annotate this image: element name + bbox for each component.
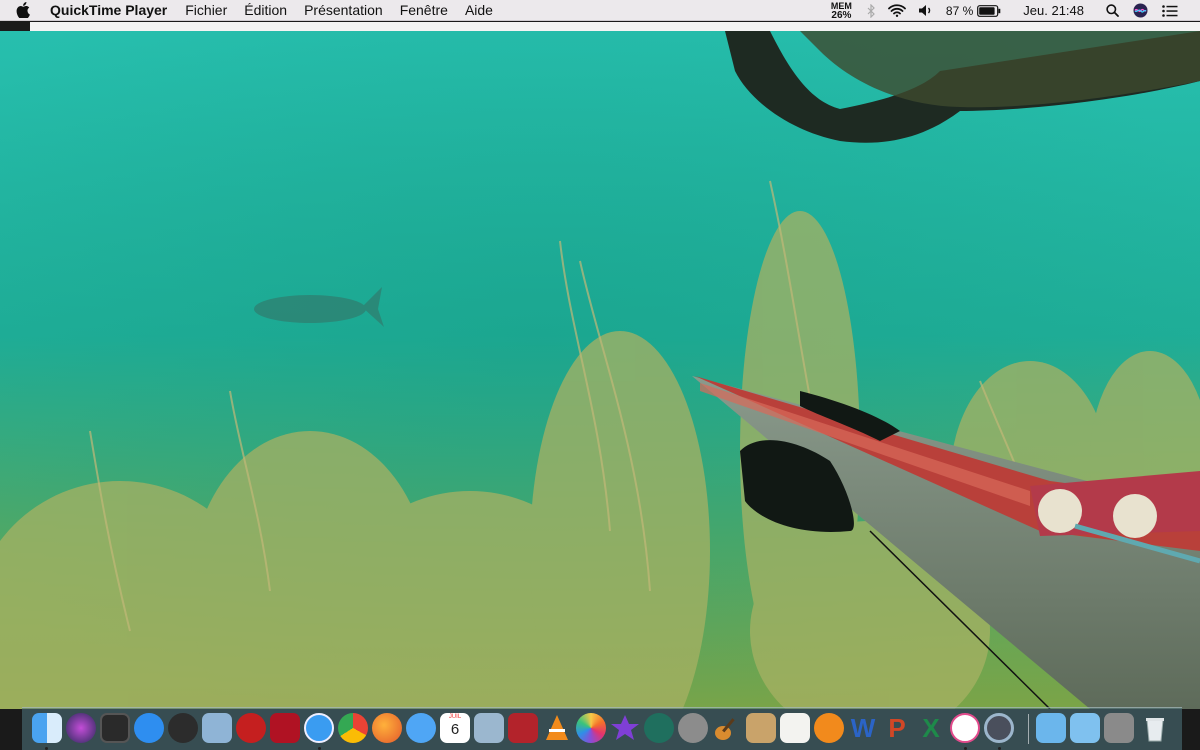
firefox-icon[interactable] xyxy=(372,713,402,743)
notes-app-icon[interactable] xyxy=(746,713,776,743)
winamax-icon[interactable] xyxy=(270,713,300,743)
video-frame[interactable] xyxy=(0,31,1200,709)
photos-icon[interactable] xyxy=(576,713,606,743)
pokerstars-icon[interactable] xyxy=(236,713,266,743)
applications-folder-icon[interactable] xyxy=(1036,713,1066,743)
calendar-month: JUIL xyxy=(448,714,462,720)
imovie-icon[interactable] xyxy=(610,713,640,743)
dashboard-icon[interactable] xyxy=(168,713,198,743)
app-store-icon[interactable] xyxy=(134,713,164,743)
menu-edition[interactable]: Édition xyxy=(244,2,287,18)
bluetooth-icon[interactable] xyxy=(866,3,876,18)
system-preferences-icon[interactable] xyxy=(678,713,708,743)
calendar-icon[interactable]: JUIL 6 xyxy=(440,713,470,743)
calendar-day: 6 xyxy=(450,721,460,738)
dock: JUIL 6 W P X xyxy=(22,707,1182,750)
apple-menu-icon[interactable] xyxy=(16,0,36,20)
app-name-menu[interactable]: QuickTime Player xyxy=(50,2,167,18)
menubar-clock[interactable]: Jeu. 21:48 xyxy=(1023,3,1084,18)
messages-icon[interactable] xyxy=(406,713,436,743)
menu-presentation[interactable]: Présentation xyxy=(304,2,383,18)
menu-aide[interactable]: Aide xyxy=(465,2,493,18)
siri-app-icon[interactable] xyxy=(66,713,96,743)
photo-booth-icon[interactable] xyxy=(508,713,538,743)
preview-icon[interactable] xyxy=(202,713,232,743)
ibooks-icon[interactable] xyxy=(814,713,844,743)
itunes-icon[interactable] xyxy=(950,713,980,743)
excel-icon[interactable]: X xyxy=(916,713,946,743)
word-icon[interactable]: W xyxy=(848,713,878,743)
dock-separator xyxy=(1028,714,1029,744)
memory-value: 26% xyxy=(831,9,852,21)
mission-control-icon[interactable] xyxy=(100,713,130,743)
quicktime-icon[interactable] xyxy=(984,713,1014,743)
notification-center-icon[interactable] xyxy=(1162,4,1178,17)
wifi-icon[interactable] xyxy=(888,4,906,17)
downloads-stack-icon[interactable] xyxy=(1104,713,1134,743)
menu-fichier[interactable]: Fichier xyxy=(185,2,227,18)
menu-bar: QuickTime Player Fichier Édition Présent… xyxy=(0,0,1200,21)
spotlight-search-icon[interactable] xyxy=(1106,4,1119,17)
memory-monitor[interactable]: MEM 26% xyxy=(831,1,852,21)
safari-icon[interactable] xyxy=(304,713,334,743)
volume-icon[interactable] xyxy=(918,4,934,17)
battery-icon[interactable] xyxy=(977,4,1001,17)
trash-icon[interactable] xyxy=(1140,713,1170,743)
status-area: MEM 26% 87 % Jeu. 21:48 xyxy=(831,0,1200,21)
time-machine-icon[interactable] xyxy=(644,713,674,743)
finder-icon[interactable] xyxy=(32,713,62,743)
chrome-icon[interactable] xyxy=(338,713,368,743)
menu-fenetre[interactable]: Fenêtre xyxy=(400,2,448,18)
powerpoint-icon[interactable]: P xyxy=(882,713,912,743)
siri-icon[interactable] xyxy=(1133,3,1148,18)
garageband-icon[interactable] xyxy=(712,713,742,743)
documents-folder-icon[interactable] xyxy=(1070,713,1100,743)
underwater-scene-image xyxy=(0,31,1200,709)
window-title-strip xyxy=(30,22,1200,31)
vlc-icon[interactable] xyxy=(542,713,572,743)
image-capture-icon[interactable] xyxy=(474,713,504,743)
textedit-icon[interactable] xyxy=(780,713,810,743)
battery-percentage: 87 % xyxy=(945,3,974,18)
